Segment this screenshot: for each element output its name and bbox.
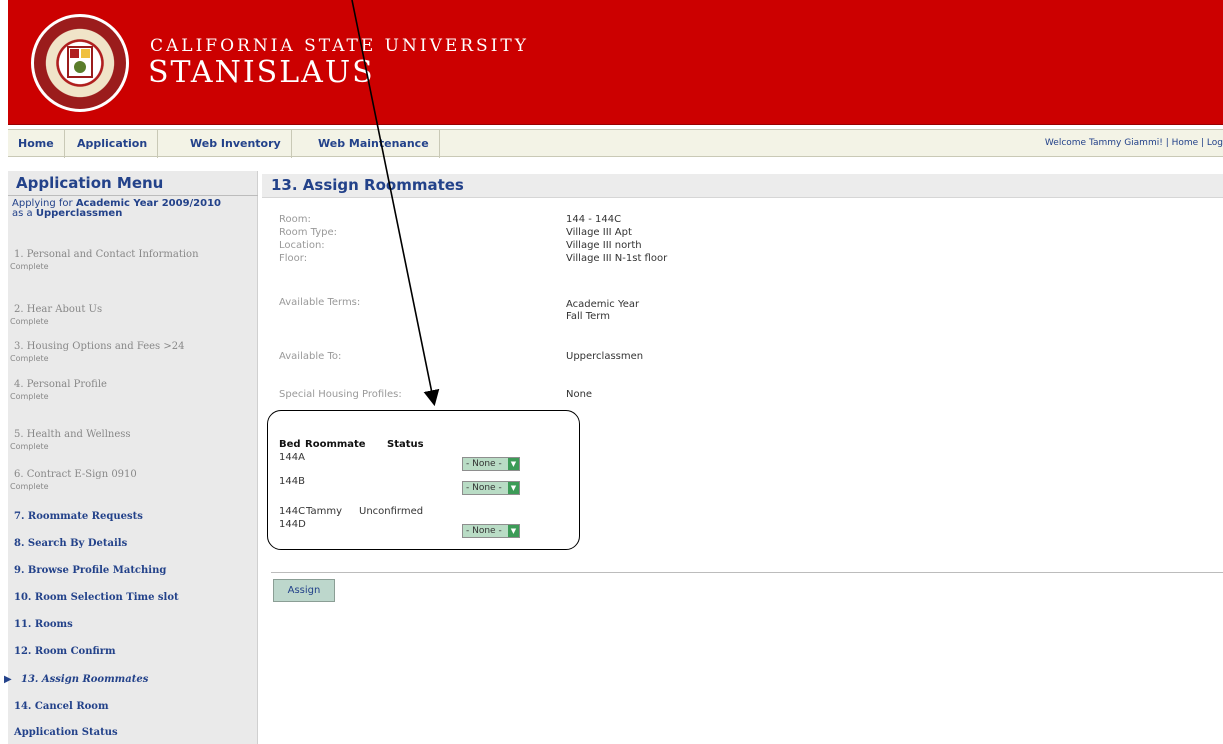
sidebar-item-application-status[interactable]: Application Status bbox=[8, 727, 258, 738]
room-type-value: Village III Apt bbox=[566, 227, 632, 238]
sidebar-item-room-selection-time-slot[interactable]: 10. Room Selection Time slot bbox=[8, 592, 258, 603]
sidebar-step-health-wellness: 5. Health and Wellness Complete bbox=[8, 429, 258, 452]
sidebar-step-housing-options: 3. Housing Options and Fees >24 Complete bbox=[8, 341, 258, 364]
step-label: 2. Hear About Us bbox=[14, 304, 103, 315]
sidebar-item-cancel-room[interactable]: 14. Cancel Room bbox=[8, 701, 258, 712]
applying-info: Applying for Academic Year 2009/2010 as … bbox=[12, 199, 254, 219]
special-housing-label: Special Housing Profiles: bbox=[279, 389, 402, 400]
available-terms-label: Available Terms: bbox=[279, 297, 361, 308]
available-to-value: Upperclassmen bbox=[566, 351, 644, 362]
sidebar-item-assign-roommates[interactable]: ▶ 13. Assign Roommates bbox=[4, 674, 258, 685]
nav-home[interactable]: Home bbox=[8, 130, 65, 158]
form-divider bbox=[271, 572, 1223, 573]
sidebar-step-personal-contact: 1. Personal and Contact Information Comp… bbox=[8, 249, 258, 272]
location-value: Village III north bbox=[566, 240, 642, 251]
special-housing-value: None bbox=[566, 389, 593, 400]
university-name-main: STANISLAUS bbox=[148, 55, 375, 90]
step-status: Complete bbox=[10, 442, 49, 451]
step-status: Complete bbox=[10, 392, 49, 401]
sidebar-item-roommate-requests[interactable]: 7. Roommate Requests bbox=[8, 511, 258, 522]
location-label: Location: bbox=[279, 240, 325, 251]
site-header: CALIFORNIA STATE UNIVERSITY STANISLAUS bbox=[8, 0, 1223, 125]
room-value: 144 - 144C bbox=[566, 214, 622, 225]
step-label: 1. Personal and Contact Information bbox=[14, 249, 199, 260]
floor-label: Floor: bbox=[279, 253, 308, 264]
step-label[interactable]: 13. Assign Roommates bbox=[21, 674, 148, 685]
nav-web-maintenance[interactable]: Web Maintenance bbox=[308, 130, 440, 158]
left-margin bbox=[0, 0, 8, 744]
top-navigation: Home Application Web Inventory Web Maint… bbox=[8, 129, 1223, 158]
step-status: Complete bbox=[10, 317, 49, 326]
sidebar-item-rooms[interactable]: 11. Rooms bbox=[8, 619, 258, 630]
available-term-fall: Fall Term bbox=[566, 311, 610, 322]
current-step-arrow-icon: ▶ bbox=[4, 674, 12, 685]
welcome-text[interactable]: Welcome Tammy Giammi! | Home | Log bbox=[1045, 138, 1223, 148]
room-type-label: Room Type: bbox=[279, 227, 337, 238]
sidebar-step-hear-about-us: 2. Hear About Us Complete bbox=[8, 304, 258, 327]
university-name-top: CALIFORNIA STATE UNIVERSITY bbox=[150, 36, 529, 56]
nav-application[interactable]: Application bbox=[67, 130, 159, 158]
welcome-links[interactable]: Welcome Tammy Giammi! | Home | Log bbox=[1045, 130, 1223, 157]
annotation-highlight-box bbox=[267, 410, 580, 550]
page-title: 13. Assign Roommates bbox=[262, 174, 1223, 198]
step-status: Complete bbox=[10, 354, 49, 363]
sidebar-item-room-confirm[interactable]: 12. Room Confirm bbox=[8, 646, 258, 657]
assign-button[interactable]: Assign bbox=[273, 579, 335, 602]
application-menu-sidebar: Application Menu Applying for Academic Y… bbox=[4, 171, 258, 744]
available-to-label: Available To: bbox=[279, 351, 342, 362]
nav-web-inventory[interactable]: Web Inventory bbox=[180, 130, 292, 158]
step-status: Complete bbox=[10, 262, 49, 271]
step-label: 4. Personal Profile bbox=[14, 379, 107, 390]
floor-value: Village III N-1st floor bbox=[566, 253, 668, 264]
applying-classification: Upperclassmen bbox=[35, 208, 123, 219]
sidebar-step-personal-profile: 4. Personal Profile Complete bbox=[8, 379, 258, 402]
step-label: 5. Health and Wellness bbox=[14, 429, 131, 440]
sidebar-step-contract-esign: 6. Contract E-Sign 0910 Complete bbox=[8, 469, 258, 492]
available-term-academic-year: Academic Year bbox=[566, 299, 640, 310]
university-seal-icon bbox=[31, 14, 129, 112]
step-label: 6. Contract E-Sign 0910 bbox=[14, 469, 137, 480]
sidebar-item-browse-profile-matching[interactable]: 9. Browse Profile Matching bbox=[8, 565, 258, 576]
room-label: Room: bbox=[279, 214, 311, 225]
application-menu-title: Application Menu bbox=[8, 174, 258, 196]
step-label: 3. Housing Options and Fees >24 bbox=[14, 341, 185, 352]
step-status: Complete bbox=[10, 482, 49, 491]
sidebar-item-search-by-details[interactable]: 8. Search By Details bbox=[8, 538, 258, 549]
as-prefix: as a bbox=[12, 208, 33, 219]
